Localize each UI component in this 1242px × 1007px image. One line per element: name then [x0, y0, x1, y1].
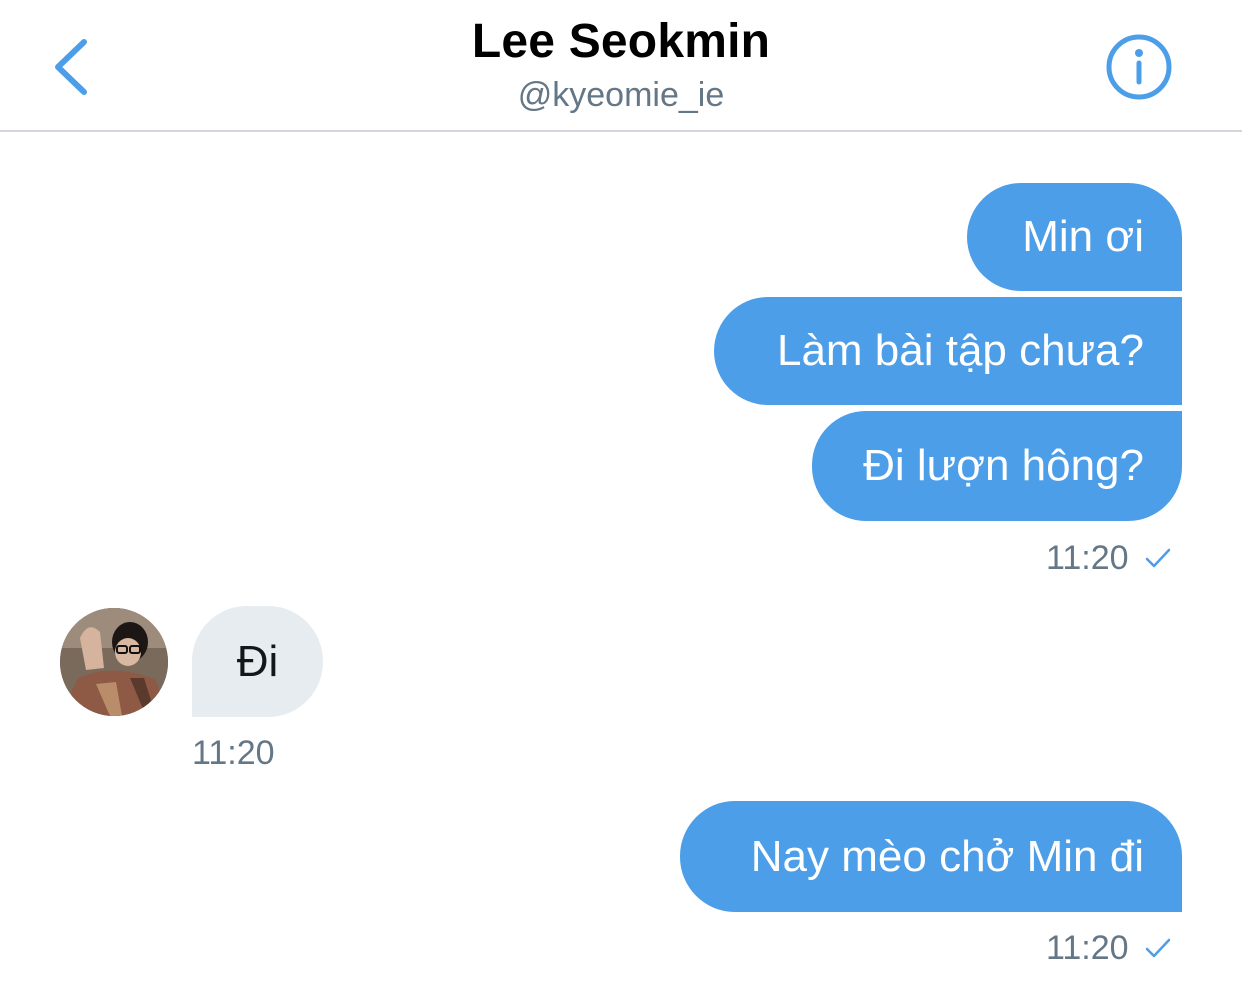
- contact-name[interactable]: Lee Seokmin: [0, 14, 1242, 69]
- message-bubble-outgoing[interactable]: Làm bài tập chưa?: [714, 297, 1182, 405]
- message-text: Đi: [236, 636, 279, 686]
- conversation-header: Lee Seokmin @kyeomie_ie: [0, 0, 1242, 132]
- check-icon: [1145, 539, 1171, 578]
- message-timestamp: 11:20: [192, 733, 275, 773]
- message-text: Nay mèo chở Min đi: [750, 831, 1144, 881]
- message-bubble-outgoing[interactable]: Đi lượn hông?: [812, 411, 1182, 521]
- profile-photo: [60, 608, 168, 716]
- avatar[interactable]: [60, 608, 168, 716]
- check-icon: [1145, 929, 1171, 968]
- message-bubble-incoming[interactable]: Đi: [192, 606, 323, 717]
- message-bubble-outgoing[interactable]: Min ơi: [967, 183, 1182, 291]
- message-text: Đi lượn hông?: [863, 441, 1144, 490]
- info-button[interactable]: [1104, 32, 1174, 102]
- message-timestamp: 11:20: [1046, 538, 1171, 578]
- message-text: Min ơi: [1022, 212, 1144, 261]
- info-circle-icon: [1106, 34, 1172, 100]
- timestamp-text: 11:20: [192, 733, 275, 772]
- timestamp-text: 11:20: [1046, 928, 1129, 967]
- timestamp-text: 11:20: [1046, 538, 1129, 577]
- message-timestamp: 11:20: [1046, 928, 1171, 968]
- contact-handle[interactable]: @kyeomie_ie: [0, 76, 1242, 115]
- message-text: Làm bài tập chưa?: [776, 326, 1144, 375]
- message-bubble-outgoing[interactable]: Nay mèo chở Min đi: [680, 801, 1182, 912]
